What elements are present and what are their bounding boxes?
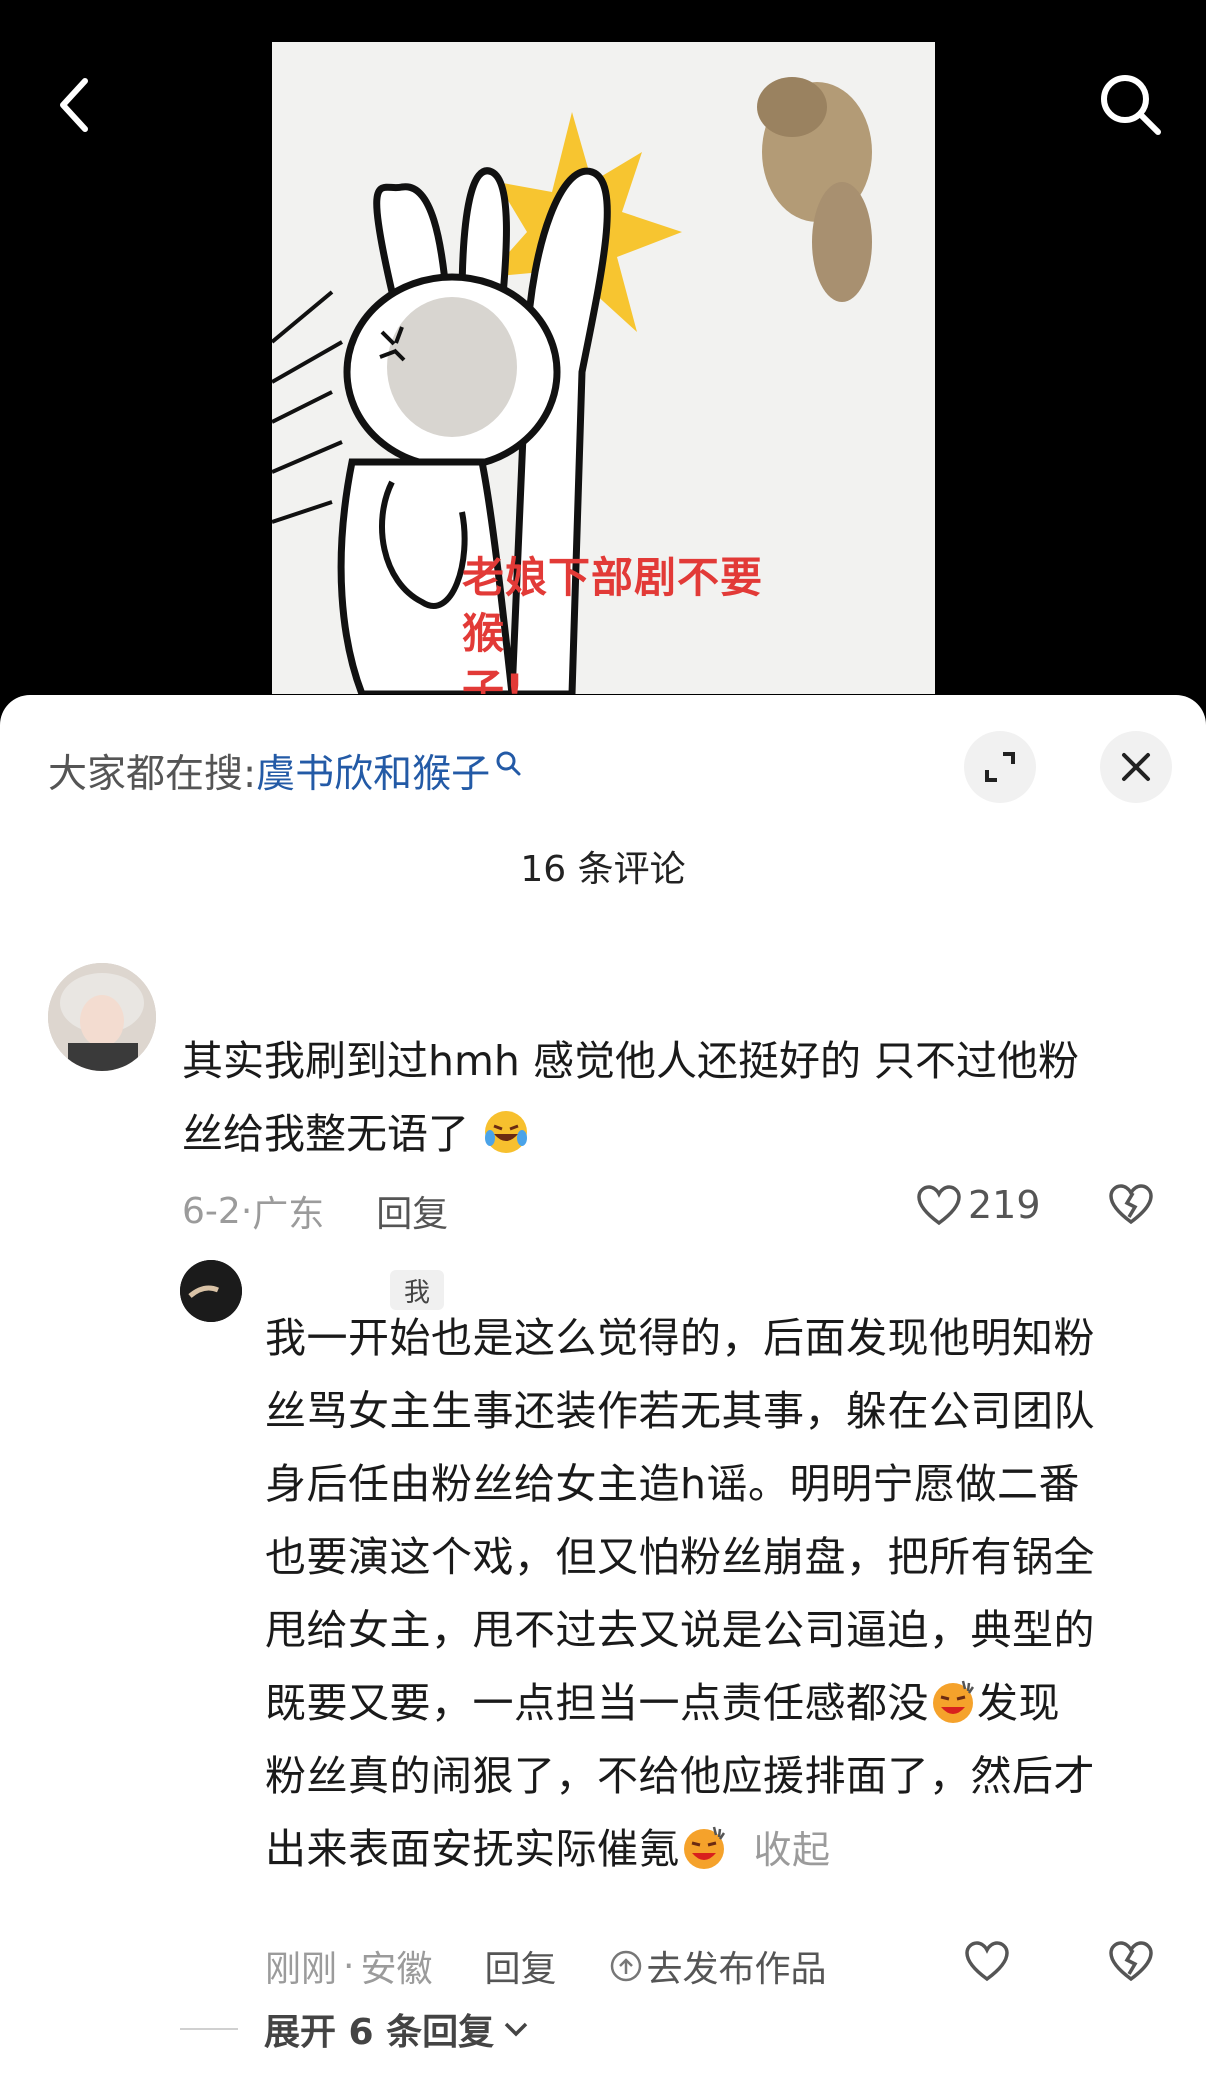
reply-dislike-button[interactable] — [1108, 1940, 1154, 1982]
expand-replies-button[interactable]: 展开 6 条回复 — [180, 2003, 530, 2055]
divider-line — [180, 2028, 238, 2030]
video-area[interactable]: 老娘下部剧不要猴 子! — [0, 0, 1206, 720]
collapse-button[interactable]: 收起 — [754, 1828, 831, 1872]
broken-heart-icon — [1109, 1941, 1153, 1982]
heart-icon — [917, 1185, 961, 1226]
meme-caption-line2: 子! — [462, 665, 526, 694]
reply-text: 我一开始也是这么觉得的，后面发现他明知粉 丝骂女主生事还装作若无其事，躲在公司团… — [265, 1302, 1165, 1887]
avatar[interactable] — [48, 963, 156, 1071]
upload-circle-icon — [610, 1950, 641, 1982]
heart-icon — [965, 1941, 1009, 1982]
hot-search-bar[interactable]: 大家都在搜: 虞书欣和猴子 — [48, 743, 524, 799]
close-button[interactable] — [1100, 731, 1172, 803]
reply-location: 安徽 — [360, 1949, 433, 1990]
broken-heart-icon — [1109, 1184, 1153, 1225]
expand-button[interactable] — [964, 731, 1036, 803]
comment-text: 其实我刷到过hmh 感觉他人还挺好的 只不过他粉 丝给我整无语了 — [182, 1025, 1142, 1171]
comment-sheet: 大家都在搜: 虞书欣和猴子 16 条评论 其实我刷到过hmh 感觉他人还挺好的 … — [0, 695, 1206, 2083]
reply-line: 身后任由粉丝给女主造h谣。明明宁愿做二番 — [265, 1460, 1080, 1508]
sweat-smile-emoji-icon — [684, 1826, 726, 1869]
expand-replies-label: 展开 6 条回复 — [264, 2012, 495, 2053]
search-button[interactable] — [1096, 70, 1166, 140]
chevron-down-icon — [504, 2022, 528, 2037]
back-button[interactable] — [40, 70, 110, 140]
search-icon — [1101, 75, 1161, 135]
reply-to-reply-button[interactable]: 回复 — [484, 1940, 556, 1992]
reply-line: 甩给女主，甩不过去又说是公司逼迫，典型的 — [265, 1606, 1095, 1654]
reply-line: 我一开始也是这么觉得的，后面发现他明知粉 — [265, 1314, 1095, 1362]
laughing-crying-emoji-icon — [485, 1111, 528, 1153]
comment-location: 广东 — [252, 1194, 325, 1235]
comment-line2: 丝给我整无语了 — [182, 1098, 1142, 1171]
sweat-smile-emoji-icon — [933, 1680, 975, 1723]
meme-caption: 老娘下部剧不要猴 子! — [462, 550, 792, 694]
publish-work-button[interactable]: 去发布作品 — [609, 1940, 827, 1992]
dislike-button[interactable] — [1108, 1183, 1154, 1225]
reply-avatar[interactable] — [180, 1260, 242, 1322]
close-icon — [1122, 753, 1150, 781]
small-search-icon — [496, 751, 521, 776]
comment-line1: 其实我刷到过hmh 感觉他人还挺好的 只不过他粉 — [182, 1037, 1079, 1085]
reply-line: 出来表面安抚实际催氪 收起 — [265, 1825, 831, 1873]
reply-meta: 刚刚 · 安徽 回复 去发布作品 — [265, 1940, 827, 1992]
reply-time: 刚刚 — [265, 1949, 338, 1990]
reply-line: 丝骂女主生事还装作若无其事，躲在公司团队 — [265, 1387, 1095, 1435]
hot-search-query[interactable]: 虞书欣和猴子 — [256, 743, 490, 799]
reply-line: 粉丝真的闹狠了，不给他应援排面了，然后才 — [265, 1752, 1095, 1800]
like-count: 219 — [968, 1183, 1041, 1227]
comment-count: 16 条评论 — [520, 849, 686, 890]
reply-line: 既要又要，一点担当一点责任感都没 发现 — [265, 1679, 1060, 1727]
meme-caption-line1: 老娘下部剧不要猴 — [462, 553, 764, 658]
reply-line: 也要演这个戏，但又怕粉丝崩盘，把所有锅全 — [265, 1533, 1095, 1581]
chevron-left-icon — [60, 78, 88, 132]
comment-meta: 6-2 · 广东 回复 — [182, 1185, 448, 1237]
like-button[interactable]: 219 — [916, 1183, 1041, 1227]
reply-like-button[interactable] — [964, 1940, 1010, 1982]
expand-icon — [985, 752, 1015, 782]
comment-date: 6-2 — [182, 1190, 241, 1232]
hot-search-label: 大家都在搜: — [48, 752, 257, 797]
reply-button[interactable]: 回复 — [376, 1185, 448, 1237]
meme-image: 老娘下部剧不要猴 子! — [272, 42, 935, 694]
